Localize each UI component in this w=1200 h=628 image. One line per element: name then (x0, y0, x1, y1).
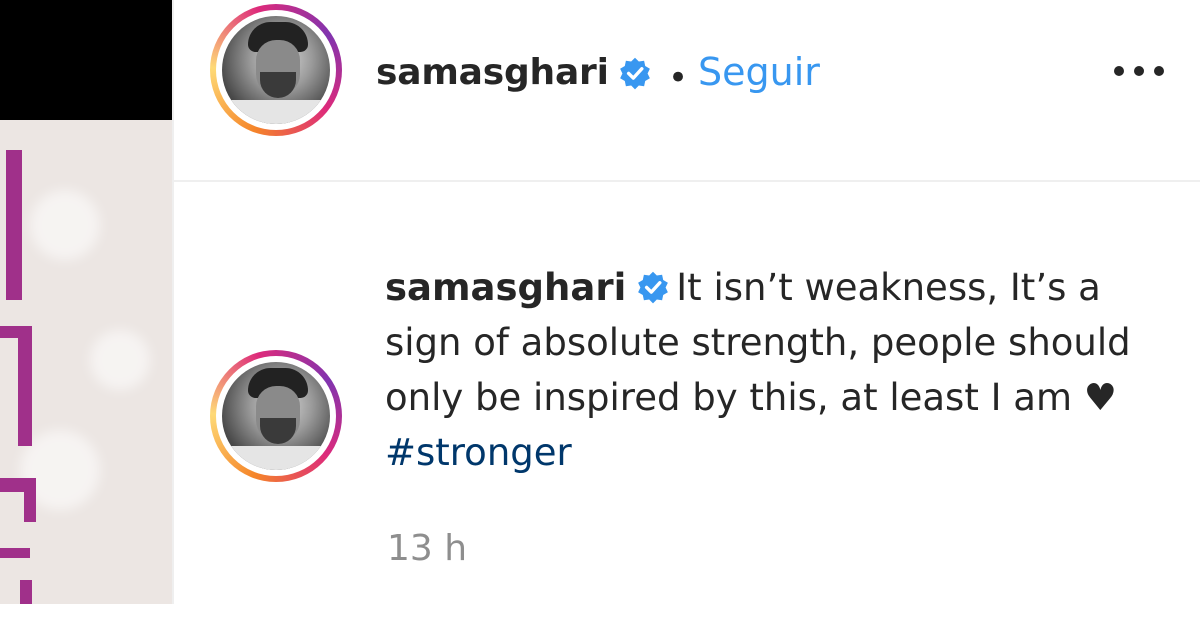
post-media-image[interactable] (0, 0, 172, 604)
hashtag-link[interactable]: #stronger (385, 431, 572, 474)
header-separator: • (668, 58, 689, 98)
panel-divider (172, 0, 174, 604)
media-magenta-stroke (20, 580, 32, 604)
comment-username[interactable]: samasghari (385, 266, 626, 309)
verified-badge-icon (620, 57, 650, 90)
follow-button[interactable]: Seguir (698, 50, 820, 94)
heart-icon: ♥ (1083, 376, 1117, 419)
comment-timestamp[interactable]: 13 h (387, 528, 467, 569)
header-divider (174, 180, 1200, 182)
media-bokeh-light (30, 190, 100, 260)
media-bokeh-light (90, 330, 150, 390)
header-avatar[interactable] (210, 4, 342, 136)
media-magenta-stroke (18, 326, 32, 446)
page-background (0, 604, 1200, 628)
media-magenta-stroke (24, 478, 36, 522)
header-username[interactable]: samasghari (376, 52, 609, 93)
avatar-photo (222, 16, 330, 124)
media-magenta-stroke (0, 548, 30, 558)
comment-avatar[interactable] (210, 350, 342, 482)
verified-badge-icon (638, 271, 669, 304)
avatar-photo (222, 362, 330, 470)
more-options-icon[interactable] (1110, 50, 1170, 90)
media-magenta-stroke (6, 150, 22, 300)
media-dark-area (0, 0, 172, 120)
comment-caption: samasghari It isn’t weakness, It’s a sig… (385, 260, 1165, 480)
